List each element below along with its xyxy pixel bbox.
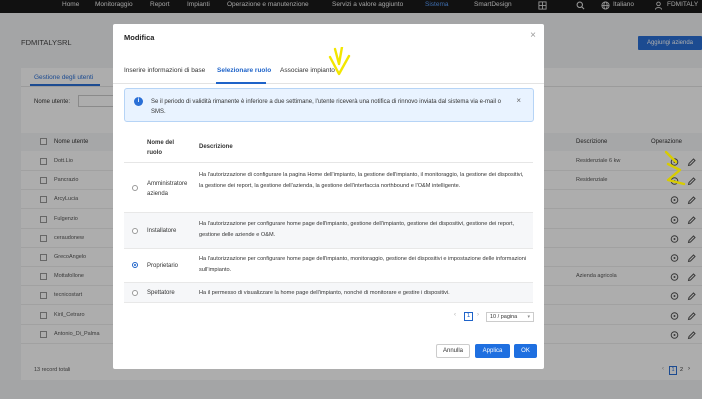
next-page-icon[interactable]: › [477,312,479,318]
role-row-spettatore[interactable]: Spettatore Ha il permesso di visualizzar… [124,283,533,303]
role-radio[interactable] [132,228,138,234]
info-icon: i [134,97,143,106]
dialog-title: Modifica [124,33,155,42]
role-name: Spettatore [147,290,175,296]
tab-basic-info[interactable]: Inserire informazioni di base [124,67,205,74]
role-row-installatore[interactable]: Installatore Ha l'autorizzazione per con… [124,213,533,249]
role-description: Ha l'autorizzazione per configurare home… [199,221,515,238]
column-role-description: Descrizione [199,144,233,150]
role-row-amministratore[interactable]: Amministratore azienda Ha l'autorizzazio… [124,163,533,213]
tab-select-role[interactable]: Selezionare ruolo [217,67,271,74]
apply-button[interactable]: Applica [475,344,510,358]
cancel-button[interactable]: Annulla [436,344,470,358]
ok-button[interactable]: OK [514,344,537,358]
page-size-value: 10 / pagina [490,314,518,320]
chevron-down-icon: ▾ [527,314,530,320]
role-description: Ha l'autorizzazione per configurare home… [199,256,527,273]
role-radio-selected[interactable] [132,262,138,268]
tab-active-indicator [216,82,266,84]
role-radio[interactable] [132,185,138,191]
current-page[interactable]: 1 [464,312,473,321]
tabs-divider [113,83,544,84]
role-table-header: Nome del ruolo Descrizione [124,134,533,163]
role-name: Amministratore azienda [147,181,188,197]
renewal-notice-text: Se il periodo di validità rimanente è in… [151,99,501,115]
role-description: Ha il permesso di visualizzare la home p… [199,290,450,296]
role-row-proprietario[interactable]: Proprietario Ha l'autorizzazione per con… [124,249,533,283]
dismiss-notice-icon[interactable]: × [516,96,521,105]
role-name: Proprietario [147,263,179,269]
annotation-arrow-icon [328,47,351,76]
renewal-notice: i Se il periodo di validità rimanente è … [124,88,534,122]
role-radio[interactable] [132,290,138,296]
role-description: Ha l'autorizzazione di configurare la pa… [199,172,524,189]
column-role-name: Nome del ruolo [147,140,175,156]
role-name: Installatore [147,228,177,234]
page-size-select[interactable]: 10 / pagina ▾ [486,312,534,322]
edit-user-dialog: Modifica × Inserire informazioni di base… [113,24,544,369]
annotation-scribble-icon [664,150,686,186]
close-icon[interactable]: × [530,30,536,41]
prev-page-icon[interactable]: ‹ [454,312,456,318]
